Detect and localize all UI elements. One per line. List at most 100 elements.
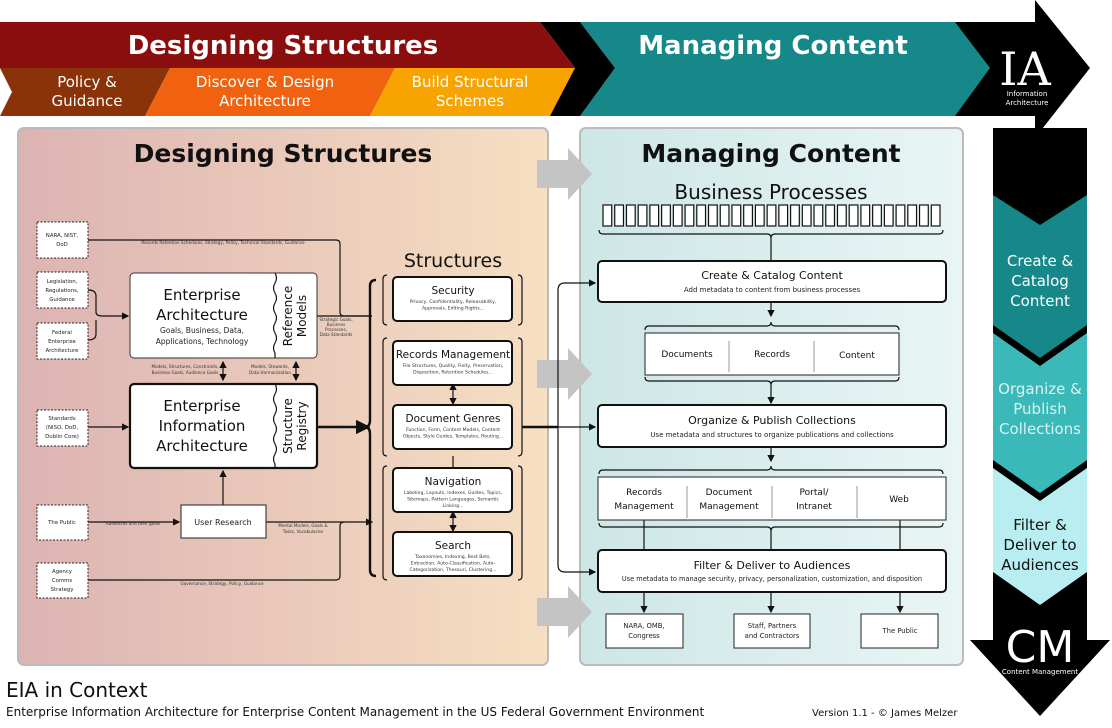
- structure-desc: Objects, Style Guides, Templates, Routin…: [403, 434, 503, 440]
- business-process-box: [661, 204, 671, 227]
- source-label: Guidance: [49, 297, 75, 303]
- user-research-label: User Research: [194, 518, 251, 527]
- flow-label: Models, Stewards,: [251, 364, 289, 369]
- source-standards: Standards (NISO, DoD, Dublin Core): [36, 409, 89, 447]
- business-process-box: [731, 204, 742, 227]
- eia-title: Information: [159, 417, 246, 435]
- top-banner: Designing Structures Managing Content Po…: [0, 0, 1090, 138]
- cm-abbr: CM: [1006, 622, 1075, 673]
- source-label: Regulations,: [45, 288, 79, 294]
- content-type: Records: [754, 350, 790, 360]
- left-panel-title: Designing Structures: [134, 139, 433, 168]
- footer-version: Version 1.1 - © James Melzer: [812, 708, 958, 719]
- stage-label: Filter &: [1013, 516, 1067, 534]
- structure-title: Records Management: [396, 349, 510, 361]
- cm-label: Content Management: [1002, 668, 1078, 676]
- ea-desc: Goals, Business, Data,: [160, 326, 244, 335]
- business-processes-title: Business Processes: [674, 180, 867, 204]
- footer-subtitle: Enterprise Information Architecture for …: [6, 705, 704, 719]
- ea-title: Enterprise: [163, 286, 240, 304]
- source-label: Dublin Core): [45, 434, 79, 440]
- structure-desc: Approvals, Editing Rights...: [422, 306, 484, 312]
- ia-abbr: IA: [999, 42, 1051, 96]
- business-process-box: [860, 204, 871, 227]
- source-label: The Public: [47, 520, 76, 526]
- source-nara: NARA, NIST, DoD: [36, 221, 89, 259]
- phase-label: Build Structural: [412, 73, 529, 91]
- user-research-box: User Research: [180, 504, 267, 539]
- organize-desc: Use metadata and structures to organize …: [650, 431, 894, 439]
- structure-title: Document Genres: [405, 413, 500, 425]
- business-process-box: [696, 204, 707, 227]
- stage-label: Catalog: [1011, 272, 1069, 290]
- banner-designing-title: Designing Structures: [128, 31, 439, 61]
- structure-desc: Function, Form, Content Models, Content: [406, 427, 500, 433]
- business-process-box: [707, 204, 718, 227]
- source-label: Architecture: [45, 348, 79, 354]
- structure-registry-label: Structure: [281, 398, 295, 454]
- business-process-box: [825, 204, 836, 227]
- structure-desc: Labeling, Layouts, Indexes, Guides, Topi…: [404, 490, 503, 496]
- flow-label: Records Retention Schedules, Strategy, P…: [141, 240, 305, 245]
- reference-models-label: Models: [295, 295, 309, 337]
- structure-desc: Categorization, Thesauri, Clustering...: [409, 567, 496, 573]
- source-agency-comms: Agency Comms Strategy: [36, 562, 89, 599]
- structure-search: Search Taxonomies, Indexing, Best Bets,Ex…: [392, 531, 513, 577]
- eia-title: Enterprise: [163, 397, 240, 415]
- structures-title: Structures: [404, 250, 502, 272]
- structure-desc: Taxonomies, Indexing, Best Bets,: [414, 554, 491, 560]
- structure-document-genres: Document Genres Function, Form, Content M…: [392, 404, 513, 450]
- source-label: (NISO, DoD,: [46, 425, 78, 431]
- business-process-box: [649, 204, 660, 227]
- business-process-box: [602, 204, 613, 227]
- structure-registry-label: Registry: [295, 401, 309, 450]
- structure-navigation: Navigation Labeling, Layouts, Indexes, Gu…: [392, 467, 513, 513]
- structure-records-management: Records Management File Structures, Quali…: [392, 340, 513, 386]
- ia-label: Architecture: [1006, 99, 1049, 107]
- flow-label: Models, Structures, Constraints,: [152, 364, 219, 369]
- side-column: Create & Catalog Content Organize & Publ…: [970, 128, 1110, 716]
- flow-label: Business Goals, Audience Goals: [152, 370, 219, 375]
- source-label: Enterprise: [48, 339, 76, 345]
- stage-label: Publish: [1013, 400, 1066, 418]
- source-label: DoD: [56, 242, 68, 248]
- system-label: Web: [889, 495, 909, 505]
- flow-label: Governance, Strategy, Policy, Guidance: [180, 581, 263, 586]
- business-process-box: [625, 204, 636, 227]
- business-process-box: [883, 204, 894, 227]
- system-label: Intranet: [796, 502, 832, 512]
- phase-label: Guidance: [52, 92, 123, 110]
- system-label: Records: [626, 488, 662, 498]
- flow-label: Data Standards: [320, 332, 353, 337]
- business-process-box: [766, 204, 777, 227]
- source-legislation: Legislation, Regulations, Guidance: [36, 271, 89, 309]
- create-catalog-box: Create & Catalog Content Add metadata to…: [597, 260, 947, 303]
- audience-label: NARA, OMB,: [623, 622, 664, 630]
- business-process-box: [789, 204, 800, 227]
- content-type: Documents: [661, 350, 713, 360]
- structure-title: Security: [431, 285, 474, 297]
- structure-desc: Privacy, Confidentiality, Releasability,: [410, 299, 497, 305]
- business-process-box: [743, 204, 754, 227]
- source-label: NARA, NIST,: [46, 233, 79, 239]
- phase-label: Architecture: [219, 92, 311, 110]
- business-process-box: [637, 204, 648, 227]
- business-process-box: [813, 204, 824, 227]
- systems-box: Records Management Document Management P…: [597, 476, 947, 521]
- reference-models-label: Reference: [281, 286, 295, 346]
- structure-title: Navigation: [425, 476, 482, 488]
- flow-label: Data Harmonization: [249, 370, 291, 375]
- phase-label: Schemes: [436, 92, 504, 110]
- audience-label: Staff, Partners: [748, 622, 797, 630]
- audience-boxes: NARA, OMB, Congress Staff, Partners and …: [605, 613, 939, 649]
- stage-label: Collections: [999, 420, 1081, 438]
- ia-label: Information: [1007, 90, 1048, 98]
- source-label: Comms: [52, 578, 73, 584]
- source-federal-ea: Federal Enterprise Architecture: [36, 322, 89, 360]
- business-process-boxes: [602, 204, 941, 227]
- banner-managing-title: Managing Content: [638, 31, 908, 61]
- structure-desc: Sitemaps, Pattern Languages, Semantic: [407, 497, 499, 503]
- business-process-box: [754, 204, 765, 227]
- enterprise-information-architecture-box: Enterprise Information Architecture Stru…: [128, 382, 319, 470]
- structure-security: Security Privacy, Confidentiality, Releas…: [392, 276, 513, 322]
